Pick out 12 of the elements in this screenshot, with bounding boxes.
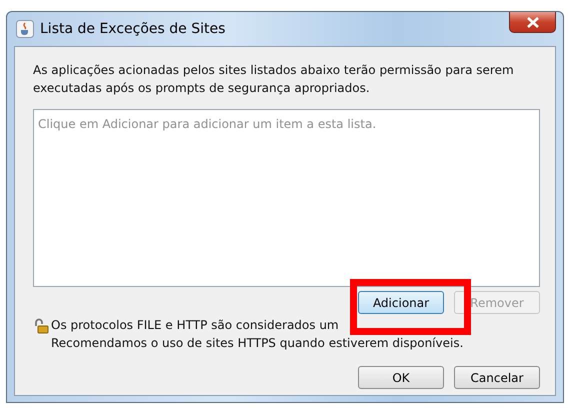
coffee-cup-icon [16,20,34,38]
window-title: Lista de Exceções de Sites [40,21,226,37]
notice-text: Os protocolos FILE e HTTP são considerados um [51,317,340,334]
notice-text: Recomendamos o uso de sites HTTPS quando estiverem disponíveis. [51,335,464,352]
unlocked-padlock-icon [33,318,49,334]
close-button[interactable] [509,12,556,33]
close-icon [526,16,538,28]
list-placeholder: Clique em Adicionar para adicionar um item a esta lista. [38,117,376,131]
add-button[interactable]: Adicionar [358,291,444,314]
cancel-button[interactable]: Cancelar [454,366,540,389]
description-text: As aplicações acionadas pelos sites listados abaixo terão permissão para serem executadas após os prompts de segurança apropriados. [33,62,515,97]
ok-button[interactable]: OK [358,366,444,389]
